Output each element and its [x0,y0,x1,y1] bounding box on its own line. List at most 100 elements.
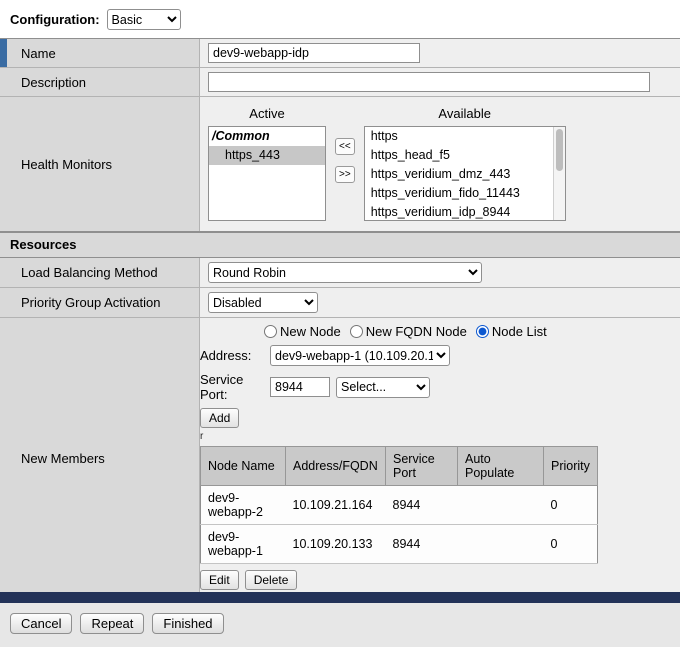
edit-button[interactable]: Edit [200,570,239,590]
resources-section-header: Resources [0,232,680,257]
table-row[interactable]: dev9-webapp-1 10.109.20.133 8944 0 [201,525,598,564]
available-monitors-listbox[interactable]: https https_head_f5 https_veridium_dmz_4… [364,126,566,221]
port-profile-select[interactable]: Select... [336,377,430,398]
delete-button[interactable]: Delete [245,570,298,590]
configuration-select[interactable]: Basic [107,9,181,30]
active-monitors-listbox[interactable]: /Common https_443 [208,126,326,221]
configuration-label: Configuration: [10,12,100,27]
health-monitors-label: Health Monitors [21,157,112,172]
available-monitor-item[interactable]: https_veridium_idp_8944 [365,203,565,221]
available-column: Available https https_head_f5 https_veri… [364,104,566,221]
header-auto-populate[interactable]: Auto Populate [458,447,544,486]
new-members-row: New Members New Node New FQDN Node Node … [0,318,680,599]
member-type-radio-group: New Node New FQDN Node Node List [264,324,680,339]
stray-text: r [200,431,680,443]
new-node-radio-label: New Node [280,324,341,339]
cancel-button[interactable]: Cancel [10,613,72,634]
cell-priority: 0 [544,525,598,564]
health-monitors-widget: Active /Common https_443 << >> Available… [208,101,672,227]
add-button[interactable]: Add [200,408,239,428]
priority-group-select[interactable]: Disabled [208,292,318,313]
cell-node-name[interactable]: dev9-webapp-1 [201,525,286,564]
priority-group-label: Priority Group Activation [21,295,160,310]
radio-new-fqdn-node[interactable]: New FQDN Node [350,324,467,339]
load-balancing-label: Load Balancing Method [21,265,158,280]
priority-group-label-cell: Priority Group Activation [0,288,200,317]
active-partition-group: /Common [209,127,325,146]
priority-group-value-cell: Disabled [200,288,680,317]
members-table-header-row: Node Name Address/FQDN Service Port Auto… [201,447,598,486]
health-monitors-value-cell: Active /Common https_443 << >> Available… [200,97,680,231]
cell-address: 10.109.20.133 [286,525,386,564]
new-members-label-cell: New Members [0,318,200,599]
available-monitor-item[interactable]: https [365,127,565,146]
description-value-cell [200,68,680,96]
new-node-radio[interactable] [264,325,277,338]
name-label-cell: Name [0,39,200,67]
cell-auto-populate [458,525,544,564]
available-monitor-item[interactable]: https_veridium_dmz_443 [365,165,565,184]
header-node-name[interactable]: Node Name [201,447,286,486]
load-balancing-row: Load Balancing Method Round Robin [0,258,680,288]
cell-service-port: 8944 [386,525,458,564]
finished-button[interactable]: Finished [152,613,223,634]
resources-table: Load Balancing Method Round Robin Priori… [0,257,680,600]
radio-new-node[interactable]: New Node [264,324,341,339]
action-bar: Cancel Repeat Finished [0,600,680,647]
name-label: Name [21,46,56,61]
description-label-cell: Description [0,68,200,96]
description-input[interactable] [208,72,650,92]
load-balancing-select[interactable]: Round Robin [208,262,482,283]
move-to-available-button[interactable]: >> [335,166,355,183]
radio-node-list[interactable]: Node List [476,324,547,339]
cell-priority: 0 [544,486,598,525]
address-select[interactable]: dev9-webapp-1 (10.109.20.133) [270,345,450,366]
move-buttons: << >> [335,138,355,183]
cell-auto-populate [458,486,544,525]
scrollbar-thumb[interactable] [556,129,563,171]
description-label: Description [21,75,86,90]
general-properties-table: Name Description Health Monitors Active … [0,38,680,232]
scrollbar-track[interactable] [553,127,565,220]
address-label: Address: [200,348,270,363]
node-list-radio[interactable] [476,325,489,338]
cell-node-name[interactable]: dev9-webapp-2 [201,486,286,525]
service-port-input[interactable] [270,377,330,397]
new-fqdn-node-radio-label: New FQDN Node [366,324,467,339]
repeat-button[interactable]: Repeat [80,613,144,634]
cell-service-port: 8944 [386,486,458,525]
available-title: Available [364,104,566,126]
health-monitors-label-cell: Health Monitors [0,97,200,231]
edit-delete-row: Edit Delete [200,570,680,590]
description-row: Description [0,68,680,97]
members-table: Node Name Address/FQDN Service Port Auto… [200,446,598,564]
active-column: Active /Common https_443 [208,104,326,221]
name-input[interactable] [208,43,420,63]
new-members-label: New Members [21,451,105,466]
node-list-radio-label: Node List [492,324,547,339]
active-title: Active [208,104,326,126]
header-address-fqdn[interactable]: Address/FQDN [286,447,386,486]
name-value-cell [200,39,680,67]
bottom-area: Cancel Repeat Finished [0,600,680,647]
footer-bar [0,592,680,603]
health-monitors-row: Health Monitors Active /Common https_443… [0,97,680,231]
header-service-port[interactable]: Service Port [386,447,458,486]
service-port-row: Service Port: Select... [200,372,680,402]
name-row: Name [0,39,680,68]
load-balancing-label-cell: Load Balancing Method [0,258,200,287]
cell-address: 10.109.21.164 [286,486,386,525]
address-row: Address: dev9-webapp-1 (10.109.20.133) [200,345,680,366]
configuration-bar: Configuration: Basic [0,0,680,38]
load-balancing-value-cell: Round Robin [200,258,680,287]
available-monitor-item[interactable]: https_head_f5 [365,146,565,165]
new-fqdn-node-radio[interactable] [350,325,363,338]
active-monitor-item[interactable]: https_443 [209,146,325,165]
add-row: Add [200,408,680,428]
table-row[interactable]: dev9-webapp-2 10.109.21.164 8944 0 [201,486,598,525]
priority-group-row: Priority Group Activation Disabled [0,288,680,318]
move-to-active-button[interactable]: << [335,138,355,155]
header-priority[interactable]: Priority [544,447,598,486]
available-monitor-item[interactable]: https_veridium_fido_11443 [365,184,565,203]
new-members-value-cell: New Node New FQDN Node Node List Address… [200,318,680,599]
